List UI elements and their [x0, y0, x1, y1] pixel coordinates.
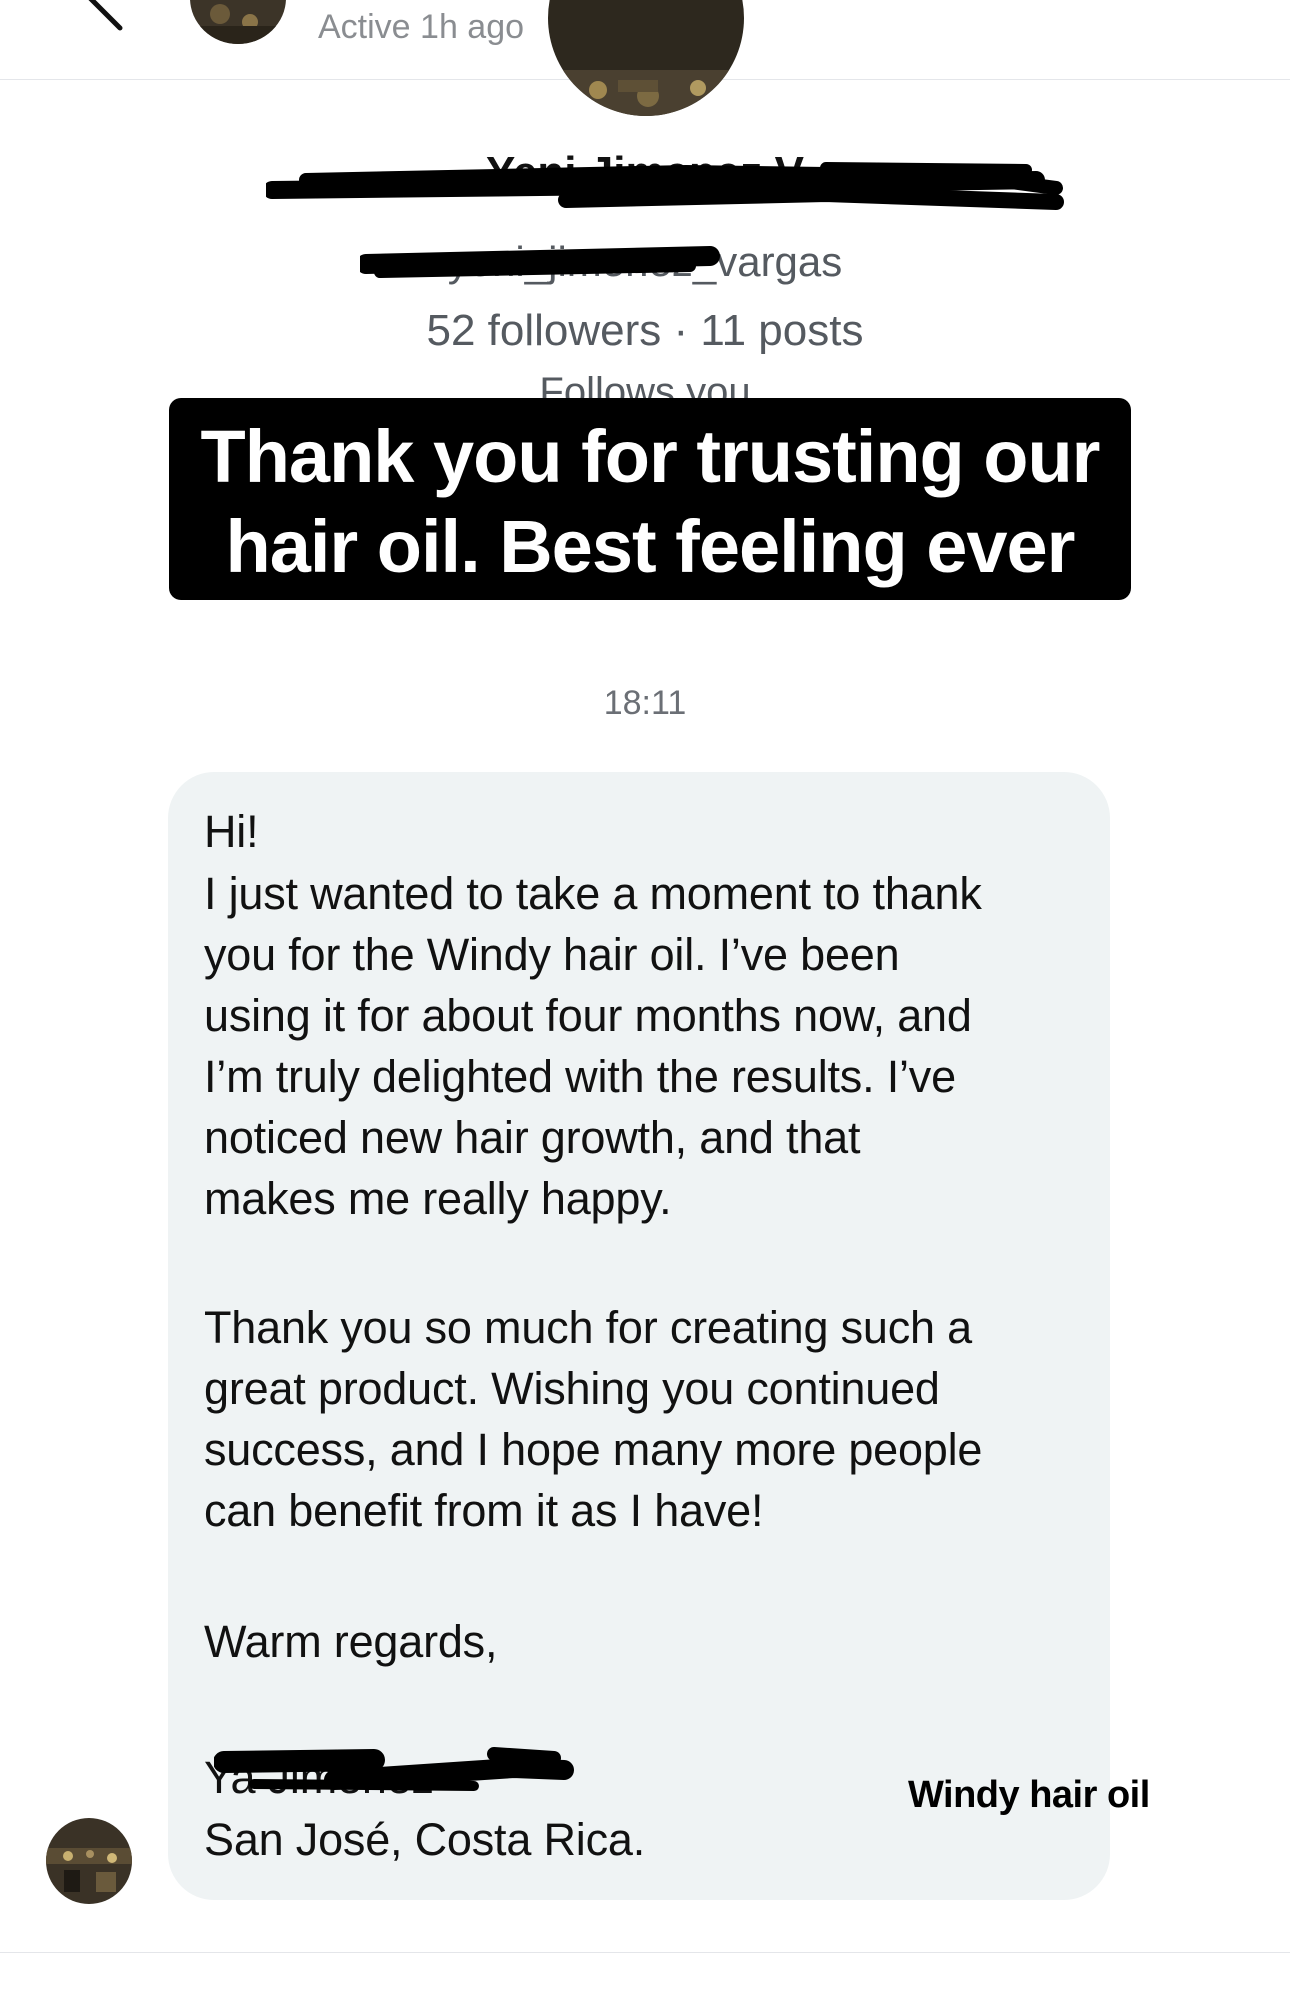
profile-stats: 52 followers · 11 posts	[426, 306, 864, 355]
caption-overlay: Thank you for trusting our hair oil. Bes…	[169, 398, 1131, 600]
message-line: great product. Wishing you continued	[204, 1363, 940, 1414]
message-line: San José, Costa Rica.	[204, 1814, 646, 1865]
message-line: you for the Windy hair oil. I’ve been	[204, 929, 900, 980]
message-line: I’m truly delighted with the results. I’…	[204, 1051, 956, 1102]
dm-thread-screen: Active 1h ago Yeni Jimenez V yeni_jimene…	[0, 0, 1290, 2006]
profile-avatar[interactable]	[548, 0, 744, 116]
sender-avatar[interactable]	[46, 1818, 132, 1904]
message-signature-name: Ya Jimenez	[204, 1752, 434, 1803]
message-line: success, and I hope many more people	[204, 1424, 983, 1475]
caption-line-1: Thank you for trusting our	[200, 415, 1101, 498]
message-line: Hi!	[204, 806, 259, 857]
active-status: Active 1h ago	[318, 8, 525, 46]
message-line: noticed new hair growth, and that	[204, 1112, 861, 1163]
back-arrow-icon[interactable]	[70, 0, 140, 40]
message-line: I just wanted to take a moment to thank	[204, 868, 982, 919]
message-timestamp: 18:11	[603, 684, 687, 722]
caption-line-2: hair oil. Best feeling ever	[225, 505, 1076, 588]
composer-divider	[0, 1952, 1290, 1953]
message-line: Warm regards,	[204, 1616, 498, 1667]
header-avatar[interactable]	[190, 0, 286, 44]
message-line: Thank you so much for creating such a	[204, 1302, 972, 1353]
message-line: using it for about four months now, and	[204, 990, 972, 1041]
message-line: can benefit from it as I have!	[204, 1485, 764, 1536]
profile-username: yeni_jimenez_vargas	[447, 238, 843, 285]
profile-name[interactable]: Yeni Jimenez V	[0, 148, 1290, 198]
message-line: makes me really happy.	[204, 1173, 672, 1224]
brand-watermark: Windy hair oil	[908, 1774, 1150, 1816]
